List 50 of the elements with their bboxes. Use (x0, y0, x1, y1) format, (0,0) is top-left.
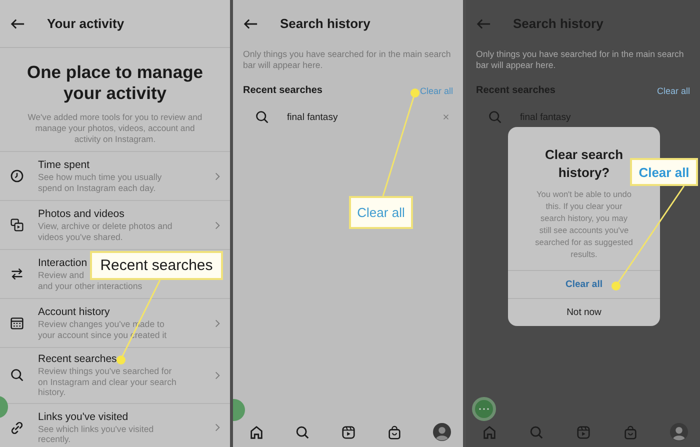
search-icon (255, 110, 269, 124)
menu-item[interactable]: Photos and videos View, archive or delete photos and videos you've shared. (0, 200, 230, 249)
item-title: Photos and videos (38, 208, 124, 221)
not-now-button[interactable]: Not now (508, 298, 660, 326)
screen-title: Search history (280, 16, 370, 31)
callout-label: Clear all (349, 196, 413, 229)
calendar-icon (10, 316, 24, 330)
video-icon[interactable] (341, 424, 356, 440)
close-icon[interactable] (443, 114, 449, 120)
back-arrow-icon[interactable] (243, 18, 258, 30)
item-title: Time spent (38, 159, 90, 172)
callout-label: Recent searches (90, 251, 223, 280)
chevron-icon (215, 370, 220, 380)
item-title: Interaction (38, 257, 88, 270)
chevron-icon (215, 220, 220, 230)
more-button[interactable] (472, 397, 496, 421)
screen-title: Your activity (47, 16, 124, 31)
item-description: View, archive or delete photos and videos you've shared. (38, 221, 172, 242)
back-arrow-icon[interactable] (10, 18, 25, 30)
item-title: Account history (38, 306, 110, 319)
callout-label: Clear all (630, 158, 698, 186)
item-description: See how much time you usually spend on Instagram each day. (38, 172, 162, 193)
chevron-icon (215, 318, 220, 328)
search-icon (10, 368, 24, 382)
photos-icon (10, 218, 24, 232)
search-icon (488, 110, 502, 124)
history-description: Only things you have searched for in the main search bar will appear here. (476, 49, 685, 71)
clear-all-link[interactable]: Clear all (656, 86, 690, 96)
page-heading: One place to manage your activity (26, 62, 204, 104)
item-title: Recent searches (38, 353, 117, 366)
link-icon (10, 420, 24, 434)
shopping-bag-icon[interactable] (387, 424, 402, 440)
chevron-icon (215, 423, 220, 432)
home-icon[interactable] (249, 424, 264, 440)
dialog-title: Clear search history? (544, 146, 624, 182)
item-description: Review things you've searched for on Instagram and clear your search history. (38, 366, 176, 398)
clock-icon (10, 169, 24, 183)
avatar-icon[interactable] (670, 423, 688, 441)
section-heading: Recent searches (243, 85, 322, 96)
intro-text: We've added more tools for you to review and manage your photos, videos, account and activity on Instagram. (26, 112, 204, 145)
search-icon[interactable] (295, 424, 310, 440)
history-description: Only things you have searched for in the main search bar will appear here. (243, 49, 452, 71)
menu-item[interactable]: Time spent See how much time you usually spend on Instagram each day. (0, 151, 230, 200)
search-query[interactable]: final fantasy (287, 112, 425, 122)
arrows-icon (10, 267, 24, 281)
chevron-icon (215, 172, 220, 180)
avatar-icon[interactable] (433, 423, 451, 441)
item-title: Links you've visited (38, 410, 128, 424)
item-description: See which links you've visited recently. (38, 424, 154, 444)
dialog-message: You won't be able to undo this. If you clear your search history, you may still see accounts you've searched for as suggested results. (534, 188, 634, 260)
